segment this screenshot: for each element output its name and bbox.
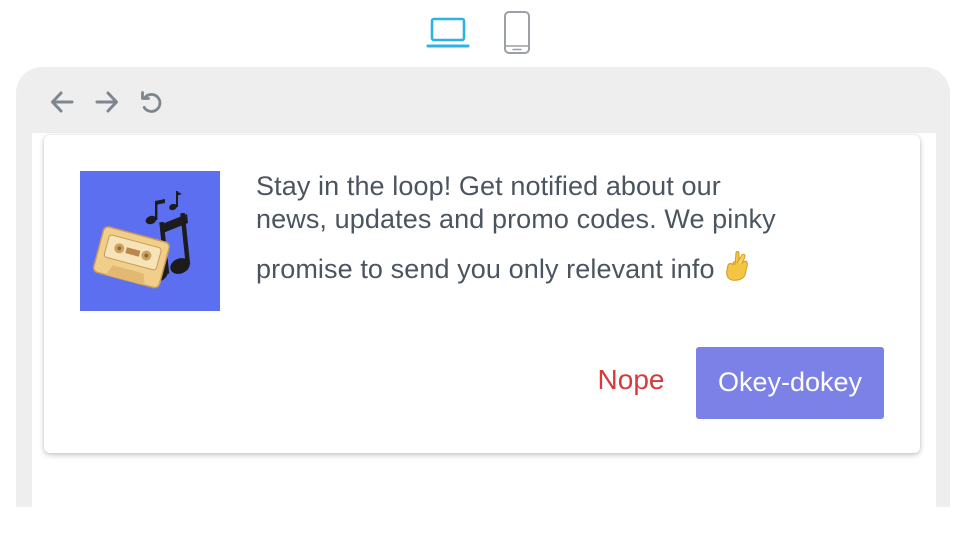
mobile-icon[interactable]: [500, 10, 534, 56]
crossed-fingers-icon: [723, 250, 751, 290]
notification-prompt: Stay in the loop! Get notified about our…: [44, 135, 920, 453]
message-line-3: promise to send you only relevant info: [256, 254, 715, 284]
device-switcher: [0, 10, 964, 56]
okey-dokey-button[interactable]: Okey-dokey: [696, 347, 884, 419]
message-line-1: Stay in the loop! Get notified about our: [256, 171, 721, 201]
nope-button[interactable]: Nope: [586, 347, 676, 413]
prompt-message: Stay in the loop! Get notified about our…: [256, 170, 886, 290]
reload-icon[interactable]: [138, 89, 164, 115]
music-cassette-icon: [80, 171, 220, 311]
desktop-icon[interactable]: [424, 10, 472, 56]
browser-viewport: Stay in the loop! Get notified about our…: [32, 133, 936, 533]
forward-arrow-icon[interactable]: [94, 89, 120, 115]
browser-frame: Stay in the loop! Get notified about our…: [16, 67, 950, 533]
message-line-2: news, updates and promo codes. We pinky: [256, 204, 776, 234]
back-arrow-icon[interactable]: [49, 89, 75, 115]
